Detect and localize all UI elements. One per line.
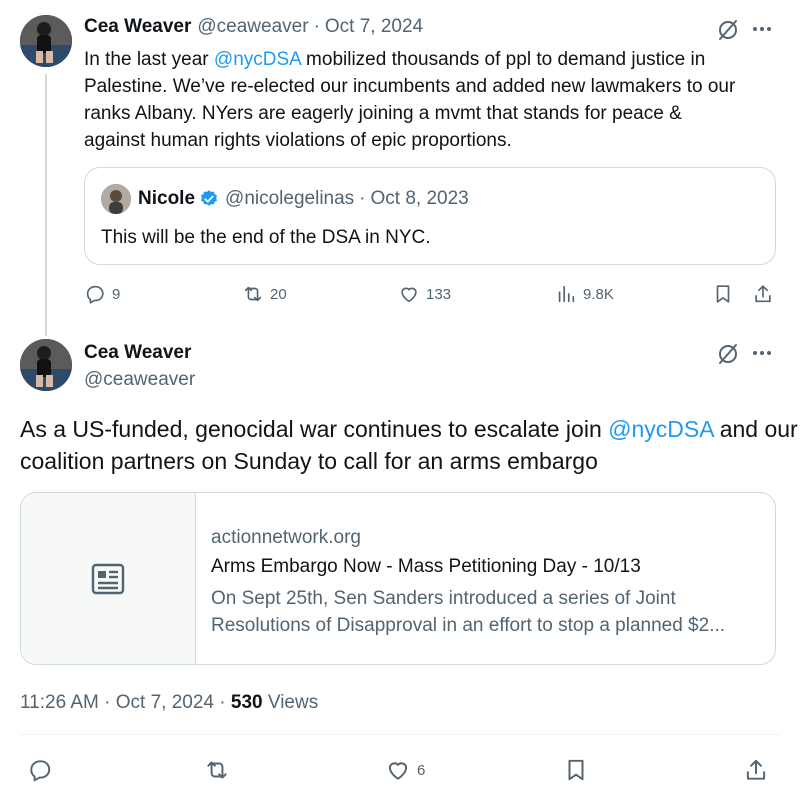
quote-text: This will be the end of the DSA in NYC.: [101, 227, 431, 248]
share-icon: [746, 759, 766, 780]
quote-author-name: Nicole: [138, 188, 196, 209]
bookmark-button[interactable]: [712, 283, 734, 305]
quote-tweet-card[interactable]: Nicole @nicolegelinas · Oct 8, 2023 This…: [84, 167, 776, 265]
separator: ·: [313, 16, 320, 37]
tweet-text: In the last year @nycDSA mobilized thous…: [84, 49, 736, 151]
bookmark-icon: [716, 285, 730, 303]
analytics-icon: [558, 285, 575, 303]
views-count: 530: [230, 692, 263, 713]
tweet-date[interactable]: Oct 7, 2024: [325, 16, 423, 38]
quote-date: Oct 8, 2023: [370, 188, 469, 209]
share-icon: [755, 285, 771, 303]
bookmark-icon: [568, 759, 584, 781]
repost-icon: [244, 286, 262, 302]
tweet-date[interactable]: Oct 7, 2024: [116, 692, 214, 713]
heart-icon: [401, 287, 417, 303]
reply-icon: [86, 285, 104, 304]
link-thumbnail: [21, 493, 196, 664]
mention-link[interactable]: @nycDSA: [214, 49, 301, 70]
views-count: 9.8K: [583, 285, 614, 303]
author-name[interactable]: Cea Weaver: [84, 342, 191, 364]
author-name[interactable]: Cea Weaver: [84, 16, 191, 38]
link-title: Arms Embargo Now - Mass Petitioning Day …: [211, 556, 641, 577]
repost-count: 20: [270, 285, 287, 303]
repost-icon: [207, 761, 227, 779]
author-handle[interactable]: @ceaweaver: [84, 369, 195, 391]
grok-icon[interactable]: [716, 342, 740, 371]
link-preview-card[interactable]: actionnetwork.org Arms Embargo Now - Mas…: [20, 492, 776, 665]
views-label: Views: [262, 692, 319, 713]
thread-line: [45, 74, 47, 336]
divider: [20, 734, 780, 735]
quote-author-handle: @nicolegelinas: [225, 188, 355, 209]
like-count: 133: [426, 285, 452, 303]
separator: ·: [359, 188, 366, 209]
grok-icon[interactable]: [716, 18, 740, 47]
like-button[interactable]: 133: [398, 283, 451, 305]
views-button[interactable]: 9.8K: [555, 283, 614, 305]
tweet-time[interactable]: 11:26 AM: [20, 692, 99, 713]
link-domain: actionnetwork.org: [211, 527, 361, 548]
quote-avatar: [101, 184, 131, 214]
tweet-header: Cea Weaver @ceaweaver · Oct 7, 2024: [84, 16, 423, 38]
mention-link[interactable]: @nycDSA: [608, 416, 713, 442]
share-button[interactable]: [743, 757, 769, 783]
reply-count: 9: [112, 285, 121, 303]
author-handle[interactable]: @ceaweaver: [197, 16, 308, 38]
article-icon: [91, 563, 125, 594]
link-description: On Sept 25th, Sen Sanders introduced a s…: [211, 588, 726, 636]
more-icon[interactable]: [753, 27, 771, 31]
more-icon[interactable]: [753, 351, 771, 355]
reply-button[interactable]: 9: [84, 283, 120, 305]
repost-button[interactable]: 20: [242, 283, 287, 305]
avatar[interactable]: [20, 15, 72, 67]
like-button[interactable]: 6: [385, 757, 425, 783]
tweet-text: As a US-funded, genocidal war continues …: [20, 416, 798, 474]
verified-badge-icon: [201, 190, 218, 206]
share-button[interactable]: [752, 283, 774, 305]
tweet-meta: 11:26 AM · Oct 7, 2024 · 530 Views: [20, 692, 319, 713]
like-count: 6: [417, 761, 426, 779]
reply-icon: [30, 760, 51, 782]
reply-button[interactable]: [27, 757, 53, 783]
repost-button[interactable]: [204, 757, 230, 783]
avatar[interactable]: [20, 339, 72, 391]
heart-icon: [388, 762, 408, 780]
bookmark-button[interactable]: [563, 757, 589, 783]
